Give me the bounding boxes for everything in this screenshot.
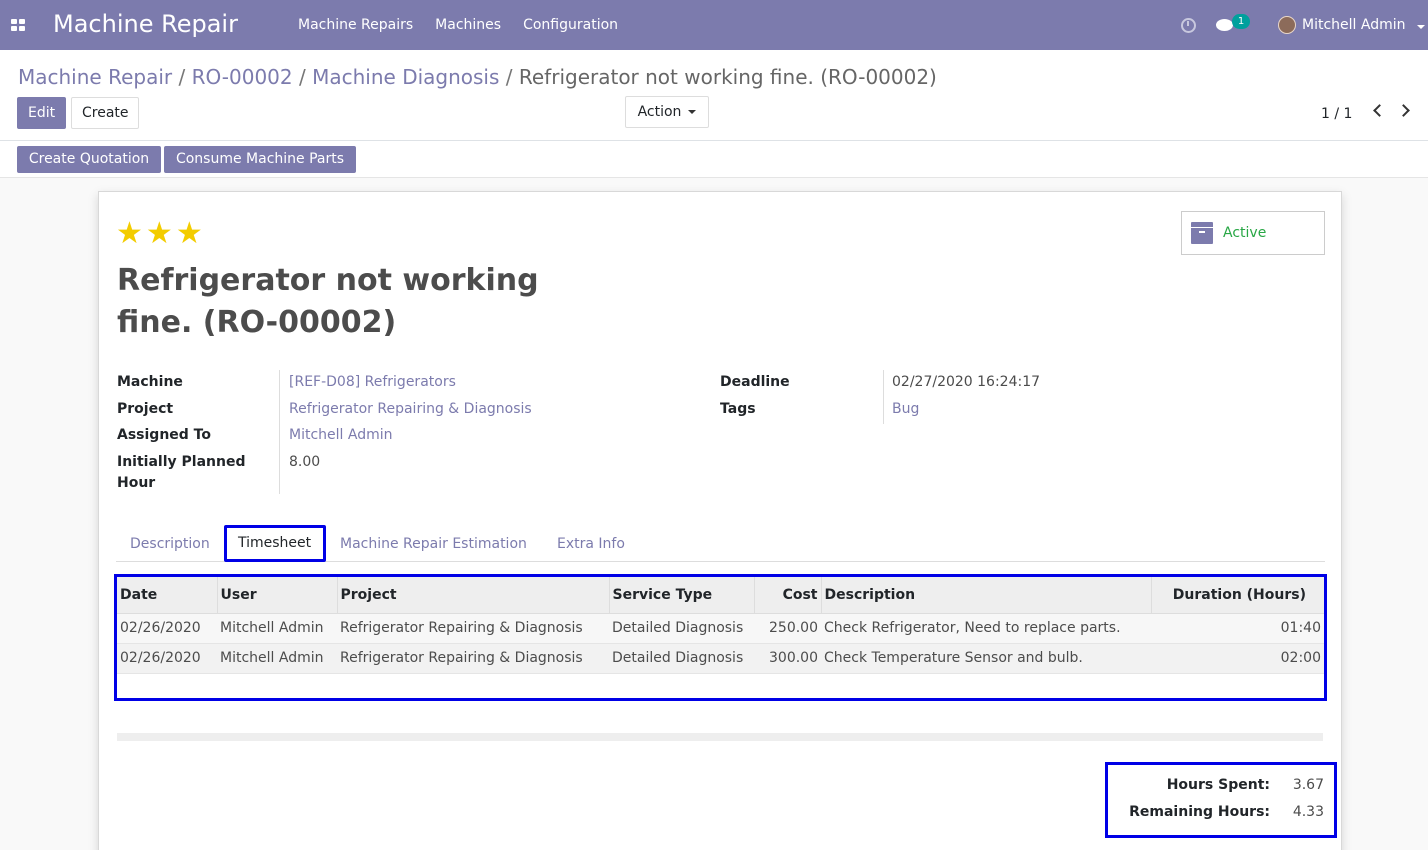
machine-field[interactable]: [REF-D08] Refrigerators (289, 372, 456, 393)
cell-service-type: Detailed Diagnosis (609, 643, 754, 674)
machine-label: Machine (117, 374, 183, 390)
chevron-right-icon[interactable] (1397, 104, 1410, 117)
breadcrumb-item-diagnosis[interactable]: Machine Diagnosis (312, 65, 499, 89)
create-quotation-button[interactable]: Create Quotation (17, 146, 161, 173)
table-header-row: Date User Project Service Type Cost Desc… (117, 577, 1324, 614)
column-header-user[interactable]: User (217, 577, 338, 614)
app-title[interactable]: Machine Repair (53, 10, 238, 38)
cell-description: Check Refrigerator, Need to replace part… (821, 613, 1151, 644)
breadcrumb-current: Refrigerator not working fine. (RO-00002… (518, 65, 937, 89)
cell-user: Mitchell Admin (217, 643, 337, 674)
tab-extra-info[interactable]: Extra Info (543, 525, 639, 562)
cell-description: Check Temperature Sensor and bulb. (821, 643, 1151, 674)
breadcrumb-separator: / (505, 65, 513, 89)
column-header-service-type[interactable]: Service Type (609, 577, 755, 614)
cell-project: Refrigerator Repairing & Diagnosis (337, 613, 609, 644)
cell-date: 02/26/2020 (117, 643, 217, 674)
breadcrumb-item-machine-repair[interactable]: Machine Repair (18, 65, 172, 89)
breadcrumb-separator: / (178, 65, 186, 89)
planned-hours-field[interactable]: 8.00 (289, 452, 320, 473)
star-icon[interactable]: ★ (116, 219, 143, 249)
project-field[interactable]: Refrigerator Repairing & Diagnosis (289, 399, 532, 420)
deadline-field[interactable]: 02/27/2020 16:24:17 (892, 372, 1040, 393)
cell-duration: 02:00 (1151, 643, 1324, 674)
tags-field[interactable]: Bug (892, 399, 919, 420)
star-icon[interactable]: ★ (176, 219, 203, 249)
cell-service-type: Detailed Diagnosis (609, 613, 754, 644)
breadcrumb: Machine Repair / RO-00002 / Machine Diag… (18, 65, 937, 89)
column-header-project[interactable]: Project (337, 577, 610, 614)
chevron-left-icon[interactable] (1373, 104, 1386, 117)
cell-cost: 300.00 (754, 643, 821, 674)
timesheet-table: Date User Project Service Type Cost Desc… (114, 574, 1327, 701)
column-header-date[interactable]: Date (117, 577, 218, 614)
hours-spent-value: 3.67 (1292, 777, 1324, 793)
chat-count-badge: 1 (1232, 14, 1250, 29)
assigned-to-label: Assigned To (117, 427, 211, 443)
caret-down-icon (688, 110, 697, 114)
column-header-duration[interactable]: Duration (Hours) (1151, 577, 1324, 614)
form-header-bar: Create Quotation Consume Machine Parts (0, 141, 1428, 178)
top-navbar: Machine Repair Machine Repairs Machines … (0, 0, 1428, 50)
table-row[interactable]: 02/26/2020 Mitchell Admin Refrigerator R… (117, 613, 1324, 644)
star-icon[interactable]: ★ (146, 219, 173, 249)
menu-item-machines[interactable]: Machines (435, 17, 501, 33)
action-dropdown-button[interactable]: Action (625, 96, 709, 128)
hours-summary: Hours Spent: 3.67 Remaining Hours: 4.33 (1105, 762, 1337, 838)
tab-machine-repair-estimation[interactable]: Machine Repair Estimation (326, 525, 541, 562)
caret-down-icon[interactable] (1417, 25, 1425, 29)
breadcrumb-separator: / (299, 65, 306, 89)
active-toggle-button[interactable]: Active (1181, 211, 1325, 255)
cell-cost: 250.00 (754, 613, 821, 644)
chat-bubble-icon[interactable] (1216, 19, 1233, 31)
deadline-label: Deadline (720, 374, 790, 390)
tab-description[interactable]: Description (116, 525, 224, 562)
apps-grid-icon[interactable] (11, 19, 25, 31)
column-header-description[interactable]: Description (821, 577, 1152, 614)
notebook-tabs: Description Timesheet Machine Repair Est… (116, 525, 1325, 562)
remaining-hours-label: Remaining Hours: (1129, 804, 1270, 820)
priority-stars: ★ ★ ★ (116, 219, 206, 249)
hours-spent-label: Hours Spent: (1166, 777, 1270, 793)
control-panel: Machine Repair / RO-00002 / Machine Diag… (0, 50, 1428, 141)
column-header-cost[interactable]: Cost (754, 577, 822, 614)
create-button[interactable]: Create (71, 97, 139, 129)
tab-timesheet[interactable]: Timesheet (224, 525, 326, 562)
archive-icon (1191, 222, 1213, 244)
activity-clock-icon[interactable] (1181, 18, 1196, 33)
planned-hours-label: Initially Planned Hour (117, 454, 246, 491)
active-status-label: Active (1223, 225, 1267, 241)
field-divider (279, 370, 280, 494)
menu-item-configuration[interactable]: Configuration (523, 17, 618, 33)
cell-user: Mitchell Admin (217, 613, 337, 644)
record-title: Refrigerator not working fine. (RO-00002… (117, 263, 539, 340)
user-avatar[interactable] (1278, 16, 1296, 34)
edit-button[interactable]: Edit (17, 97, 66, 129)
table-footer-bar (117, 733, 1323, 741)
project-label: Project (117, 401, 174, 417)
table-row[interactable]: 02/26/2020 Mitchell Admin Refrigerator R… (117, 643, 1324, 674)
menu-item-machine-repairs[interactable]: Machine Repairs (298, 17, 413, 33)
pager-value: 1 / 1 (1321, 106, 1353, 122)
consume-machine-parts-button[interactable]: Consume Machine Parts (164, 146, 356, 173)
form-sheet: ★ ★ ★ Active Refrigerator not working fi… (98, 191, 1342, 850)
breadcrumb-item-ro[interactable]: RO-00002 (192, 65, 293, 89)
cell-duration: 01:40 (1151, 613, 1324, 644)
user-menu-name[interactable]: Mitchell Admin (1302, 17, 1406, 33)
cell-project: Refrigerator Repairing & Diagnosis (337, 643, 609, 674)
action-label: Action (637, 104, 682, 120)
remaining-hours-value: 4.33 (1292, 804, 1324, 820)
tags-label: Tags (720, 401, 756, 417)
assigned-to-field[interactable]: Mitchell Admin (289, 425, 393, 446)
cell-date: 02/26/2020 (117, 613, 217, 644)
main-menu: Machine Repairs Machines Configuration (298, 17, 640, 33)
field-divider (883, 370, 884, 424)
